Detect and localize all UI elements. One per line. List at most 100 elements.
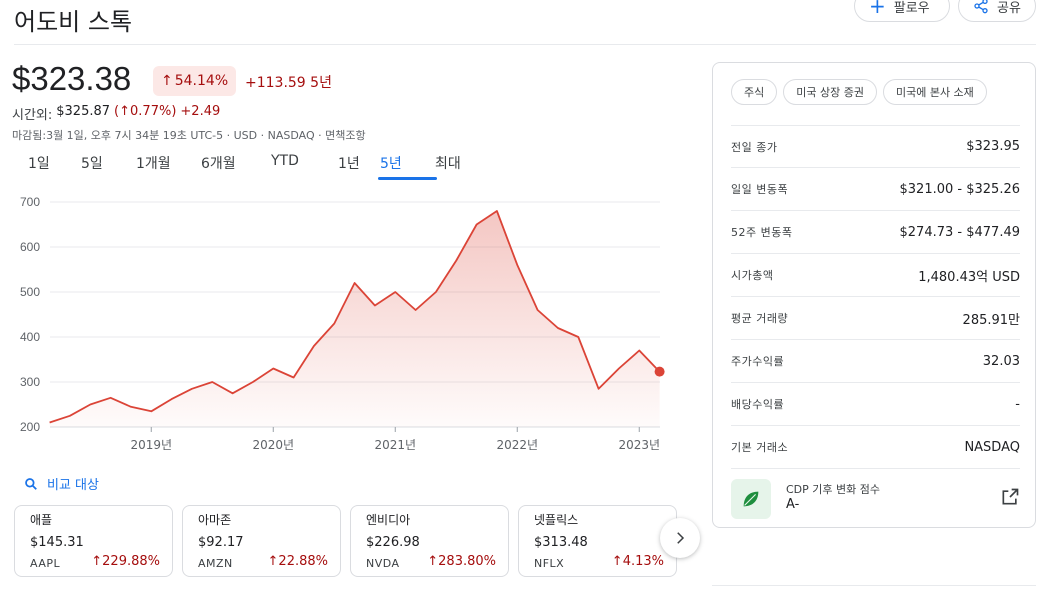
peer-change-value: 229.88%	[102, 554, 160, 569]
cdp-score: CDP 기후 변화 점수 A-	[731, 473, 1020, 523]
share-label: 공유	[997, 0, 1021, 16]
stat-value: $321.00 - $325.26	[899, 181, 1020, 197]
price-chart[interactable]: 200 300 400 500 600 700 2019년 2020년 2021년 2022년 20…	[0, 185, 700, 465]
arrow-up-icon: ↑	[611, 554, 623, 569]
stat-value: NASDAQ	[964, 439, 1020, 455]
y-tick-label: 600	[20, 240, 40, 254]
follow-button[interactable]: + 팔로우	[854, 0, 950, 22]
stat-label: 평균 거래량	[731, 312, 789, 325]
range-tab[interactable]: 1개월	[136, 153, 201, 173]
cdp-value: A-	[786, 497, 800, 512]
peer-name: 아마존	[198, 513, 232, 527]
stat-value: 285.91만	[962, 312, 1020, 328]
peer-name: 넷플릭스	[534, 513, 579, 527]
x-tick-label: 2022년	[496, 438, 538, 452]
range-tab[interactable]: 6개월	[201, 153, 271, 173]
search-icon	[25, 477, 37, 490]
stat-row: 일일 변동폭 $321.00 - $325.26	[731, 168, 1020, 211]
range-tabs: 1일 5일 1개월 6개월 YTD 1년 5년 최대	[28, 153, 475, 180]
chevron-right-icon	[677, 532, 685, 544]
peer-price: $92.17	[198, 535, 244, 550]
range-tab[interactable]: 5일	[81, 153, 136, 173]
peer-change-value: 4.13%	[622, 554, 664, 569]
peer-change-value: 283.80%	[438, 554, 496, 569]
leaf-icon	[731, 479, 771, 519]
range-tab[interactable]: 최대	[435, 153, 475, 173]
y-tick-label: 300	[20, 375, 40, 389]
after-hours-label: 시간외:	[12, 108, 53, 123]
change-absolute: +113.59 5년	[245, 75, 332, 91]
peer-card[interactable]: 넷플릭스 $313.48 NFLX ↑4.13%	[518, 505, 677, 577]
peer-price: $313.48	[534, 535, 588, 550]
stat-row: 전일 종가 $323.95	[731, 125, 1020, 168]
stat-value: -	[1015, 396, 1020, 412]
stat-value: $323.95	[966, 139, 1020, 154]
x-tick-label: 2020년	[252, 438, 294, 452]
share-icon	[974, 0, 988, 14]
peer-change: ↑229.88%	[91, 554, 160, 569]
stat-label: 전일 종가	[731, 140, 778, 154]
y-tick-label: 200	[20, 420, 40, 434]
peer-ticker: AMZN	[198, 557, 233, 570]
divider	[712, 585, 1036, 586]
x-tick-label: 2021년	[374, 438, 416, 452]
peer-name: 엔비디아	[366, 513, 411, 527]
peer-change: ↑283.80%	[427, 554, 496, 569]
stat-label: 일일 변동폭	[731, 183, 789, 196]
open-in-new-icon[interactable]	[1000, 487, 1020, 507]
peer-card[interactable]: 아마존 $92.17 AMZN ↑22.88%	[182, 505, 341, 577]
change-percent: 54.14%	[174, 73, 229, 89]
next-button[interactable]	[660, 518, 700, 558]
peer-ticker: NVDA	[366, 557, 400, 570]
stat-row: 주가수익률 32.03	[731, 340, 1020, 383]
divider	[14, 44, 1036, 45]
peer-price: $226.98	[366, 535, 420, 550]
tag-chip[interactable]: 미국 상장 증권	[783, 79, 877, 105]
y-tick-label: 500	[20, 285, 40, 299]
range-tab[interactable]: YTD	[271, 153, 338, 173]
stat-label: 배당수익률	[731, 398, 785, 411]
stat-row: 기본 거래소 NASDAQ	[731, 426, 1020, 469]
stat-row: 시가총액 1,480.43억 USD	[731, 254, 1020, 297]
x-tick-label: 2019년	[130, 438, 172, 452]
after-hours: 시간외: $325.87 (↑0.77%) +2.49	[12, 104, 220, 123]
compare-link[interactable]: 비교 대상	[24, 474, 99, 493]
follow-label: 팔로우	[893, 0, 930, 16]
stat-value: $274.73 - $477.49	[899, 224, 1020, 240]
stat-row: 배당수익률 -	[731, 383, 1020, 426]
y-tick-label: 700	[20, 195, 40, 209]
y-tick-label: 400	[20, 330, 40, 344]
arrow-up-icon: ↑	[161, 73, 173, 89]
share-button[interactable]: 공유	[958, 0, 1036, 22]
peer-card[interactable]: 엔비디아 $226.98 NVDA ↑283.80%	[350, 505, 509, 577]
tag-chips: 주식 미국 상장 증권 미국에 본사 소재	[731, 79, 987, 105]
price-area	[49, 211, 660, 427]
peer-ticker: NFLX	[534, 557, 565, 570]
stats-table: 전일 종가 $323.95 일일 변동폭 $321.00 - $325.26 52주 변…	[731, 125, 1020, 469]
stat-label: 주가수익률	[731, 355, 785, 368]
peer-ticker: AAPL	[30, 557, 61, 570]
peer-change: ↑22.88%	[268, 554, 328, 569]
peer-change-value: 22.88%	[278, 554, 328, 569]
stat-row: 52주 변동폭 $274.73 - $477.49	[731, 211, 1020, 254]
stat-row: 평균 거래량 285.91만	[731, 297, 1020, 340]
x-tick-label: 2023년	[618, 438, 660, 452]
tag-chip[interactable]: 미국에 본사 소재	[882, 79, 987, 105]
range-tab[interactable]: 5년	[378, 153, 437, 180]
current-price: $323.38	[12, 60, 132, 97]
stat-value: 1,480.43억 USD	[918, 269, 1020, 285]
range-tab[interactable]: 1일	[28, 153, 81, 173]
tag-chip[interactable]: 주식	[731, 79, 778, 105]
page-title: 어도비 스톡	[14, 8, 133, 36]
stat-label: 52주 변동폭	[731, 226, 793, 239]
change-badge: ↑ 54.14%	[153, 66, 237, 96]
compare-label: 비교 대상	[47, 478, 99, 493]
peer-name: 애플	[30, 513, 53, 527]
arrow-up-icon: ↑	[91, 554, 103, 569]
stat-label: 시가총액	[731, 269, 774, 282]
peer-price: $145.31	[30, 535, 84, 550]
cdp-label: CDP 기후 변화 점수	[786, 483, 880, 496]
range-tab[interactable]: 1년	[338, 153, 380, 173]
peer-card[interactable]: 애플 $145.31 AAPL ↑229.88%	[14, 505, 173, 577]
arrow-up-icon: ↑	[427, 554, 439, 569]
